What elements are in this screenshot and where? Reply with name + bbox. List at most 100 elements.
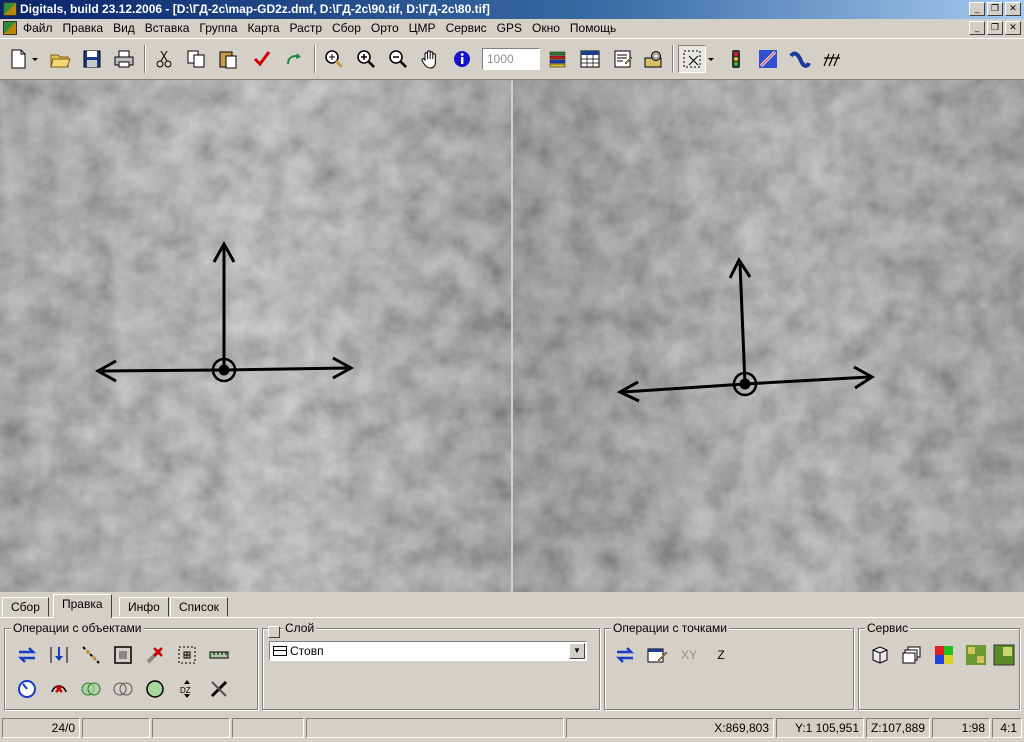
status-field-empty <box>306 718 564 738</box>
menu-service[interactable]: Сервис <box>443 21 490 35</box>
save-icon[interactable] <box>78 45 106 73</box>
traffic-light-icon[interactable] <box>722 45 750 73</box>
tab-collect[interactable]: Сбор <box>2 597 49 617</box>
tab-list[interactable]: Список <box>170 597 228 617</box>
layer-pin-button[interactable] <box>268 626 280 638</box>
info-icon[interactable] <box>448 45 476 73</box>
menu-raster[interactable]: Растр <box>287 21 325 35</box>
doc-restore-button[interactable]: ❐ <box>987 21 1003 35</box>
ruler-icon[interactable] <box>206 642 232 668</box>
intersect-icon[interactable] <box>110 676 136 702</box>
toolbar-separator <box>144 45 146 73</box>
zoom-in-icon[interactable] <box>352 45 380 73</box>
stack-icon[interactable] <box>899 642 925 668</box>
circle-icon[interactable] <box>142 676 168 702</box>
menu-edit[interactable]: Правка <box>60 21 107 35</box>
menu-dem[interactable]: ЦМР <box>406 21 439 35</box>
doc-minimize-button[interactable]: _ <box>969 21 985 35</box>
zoom-out-icon[interactable] <box>384 45 412 73</box>
pan-hand-icon[interactable] <box>416 45 444 73</box>
layer-group: Слой Стовп ▼ <box>262 621 600 710</box>
status-field-empty <box>82 718 150 738</box>
image-tiles-icon[interactable] <box>963 642 989 668</box>
table-icon[interactable] <box>576 45 604 73</box>
point-operations-label: Операции с точками <box>611 621 729 635</box>
swap-points-icon[interactable] <box>612 642 638 668</box>
properties-icon[interactable] <box>608 45 636 73</box>
close-button[interactable]: ✕ <box>1005 2 1021 16</box>
tools-icon[interactable] <box>206 676 232 702</box>
select-tool-dropdown-icon[interactable] <box>704 45 718 73</box>
new-file-dropdown-icon[interactable] <box>28 45 42 73</box>
window-title: Digitals, build 23.12.2006 - [D:\ГД-2с\m… <box>20 2 490 16</box>
redo-icon[interactable] <box>280 45 308 73</box>
menu-collect[interactable]: Сбор <box>329 21 364 35</box>
image-tiles-alt-icon[interactable] <box>991 642 1017 668</box>
menu-file[interactable]: Файл <box>20 21 56 35</box>
left-viewport[interactable] <box>0 80 511 592</box>
cut-icon[interactable] <box>150 45 178 73</box>
status-field-empty <box>232 718 304 738</box>
split-line-icon[interactable] <box>78 642 104 668</box>
undo-delete-icon[interactable] <box>46 676 72 702</box>
svg-text:DZ: DZ <box>180 686 191 695</box>
status-counter: 24/0 <box>2 718 80 738</box>
doc-close-button[interactable]: ✕ <box>1005 21 1021 35</box>
paste-icon[interactable] <box>214 45 242 73</box>
left-stereo-image <box>0 80 511 592</box>
edit-panel: Операции с объектами DZ Слой Стовп ▼ Опе… <box>0 617 1024 713</box>
minimize-button[interactable]: _ <box>969 2 985 16</box>
rotate-icon[interactable] <box>14 676 40 702</box>
menu-gps[interactable]: GPS <box>494 21 525 35</box>
settings-icon[interactable] <box>640 45 668 73</box>
layer-select[interactable]: Стовп ▼ <box>269 641 587 661</box>
status-field-empty <box>152 718 230 738</box>
menu-view[interactable]: Вид <box>110 21 138 35</box>
height-dz-icon[interactable]: DZ <box>174 676 200 702</box>
tab-info[interactable]: Инфо <box>119 597 169 617</box>
tab-edit[interactable]: Правка <box>53 594 112 618</box>
menu-ortho[interactable]: Орто <box>368 21 402 35</box>
swap-direction-icon[interactable] <box>14 642 40 668</box>
menu-window[interactable]: Окно <box>529 21 563 35</box>
document-icon[interactable] <box>3 21 17 35</box>
chevron-down-icon[interactable]: ▼ <box>569 643 585 659</box>
zoom-region-icon[interactable] <box>320 45 348 73</box>
status-scale: 1:98 <box>932 718 990 738</box>
open-folder-icon[interactable] <box>46 45 74 73</box>
union-icon[interactable] <box>78 676 104 702</box>
select-tool-icon[interactable] <box>678 45 706 73</box>
hatch-icon[interactable] <box>818 45 846 73</box>
check-icon[interactable] <box>248 45 276 73</box>
layer-type-icon <box>273 646 287 656</box>
insert-vertex-icon[interactable] <box>46 642 72 668</box>
delete-object-icon[interactable] <box>142 642 168 668</box>
color-palette-icon[interactable] <box>931 642 957 668</box>
right-viewport[interactable] <box>513 80 1024 592</box>
app-icon[interactable] <box>3 2 17 16</box>
z-button[interactable]: Z <box>708 642 734 668</box>
menu-map[interactable]: Карта <box>244 21 282 35</box>
status-z-coordinate: Z:107,889 <box>866 718 930 738</box>
copy-icon[interactable] <box>182 45 210 73</box>
print-icon[interactable] <box>110 45 138 73</box>
status-x-coordinate: X:869,803 <box>566 718 774 738</box>
menu-help[interactable]: Помощь <box>567 21 619 35</box>
status-y-coordinate: Y:1 105,951 <box>776 718 864 738</box>
xy-button[interactable]: XY <box>676 642 702 668</box>
service-group: Сервис <box>858 621 1020 710</box>
edit-points-icon[interactable] <box>644 642 670 668</box>
cube-icon[interactable] <box>867 642 893 668</box>
draw-icon[interactable] <box>754 45 782 73</box>
scale-input[interactable]: 1000 <box>482 48 540 70</box>
menu-group[interactable]: Группа <box>196 21 240 35</box>
restore-button[interactable]: ❐ <box>987 2 1003 16</box>
select-frame-icon[interactable] <box>174 642 200 668</box>
layer-value: Стовп <box>290 644 324 658</box>
object-operations-label: Операции с объектами <box>11 621 144 635</box>
menu-insert[interactable]: Вставка <box>142 21 193 35</box>
curve-icon[interactable] <box>786 45 814 73</box>
status-bar: 24/0 X:869,803 Y:1 105,951 Z:107,889 1:9… <box>0 715 1024 742</box>
frame-icon[interactable] <box>110 642 136 668</box>
layers-icon[interactable] <box>544 45 572 73</box>
